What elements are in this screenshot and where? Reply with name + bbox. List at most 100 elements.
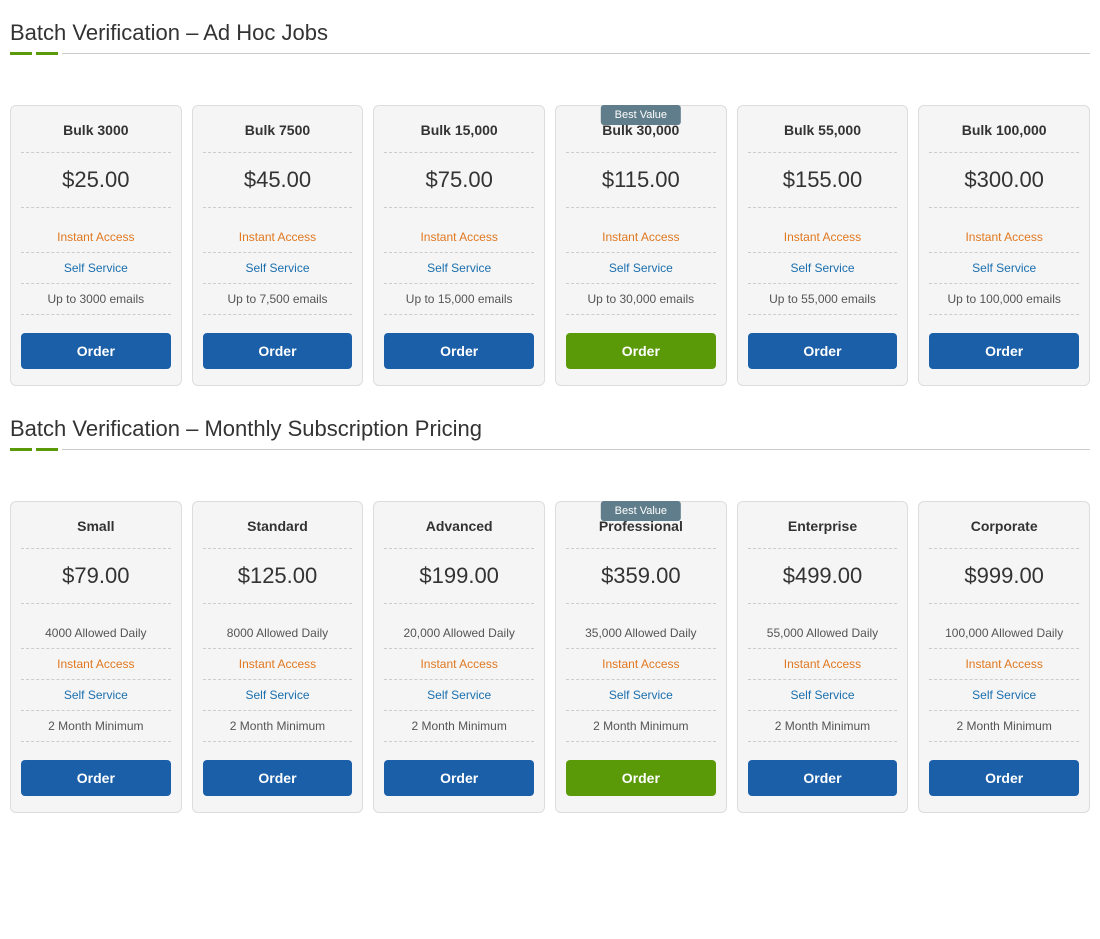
card-instant-access-monthly-0: Instant Access — [21, 649, 171, 680]
card-price-adhoc-2: $75.00 — [384, 167, 534, 208]
order-button-monthly-2[interactable]: Order — [384, 760, 534, 796]
order-button-monthly-3[interactable]: Order — [566, 760, 716, 796]
monthly-card-4: Enterprise $499.00 55,000 Allowed Daily … — [737, 501, 909, 813]
card-price-adhoc-3: $115.00 — [566, 167, 716, 208]
card-minimum-monthly-3: 2 Month Minimum — [566, 711, 716, 742]
order-button-adhoc-3[interactable]: Order — [566, 333, 716, 369]
order-button-adhoc-4[interactable]: Order — [748, 333, 898, 369]
divider-line-2 — [62, 449, 1090, 450]
adhoc-card-wrapper-2: Bulk 15,000 $75.00 Instant Access Self S… — [373, 105, 545, 386]
divider-green-2 — [36, 52, 58, 55]
order-button-adhoc-1[interactable]: Order — [203, 333, 353, 369]
monthly-card-3: Professional $359.00 35,000 Allowed Dail… — [555, 501, 727, 813]
adhoc-card-wrapper-0: Bulk 3000 $25.00 Instant Access Self Ser… — [10, 105, 182, 386]
order-button-monthly-0[interactable]: Order — [21, 760, 171, 796]
adhoc-card-wrapper-3: Best Value Bulk 30,000 $115.00 Instant A… — [555, 105, 727, 386]
card-title-monthly-4: Enterprise — [748, 518, 898, 549]
card-minimum-monthly-4: 2 Month Minimum — [748, 711, 898, 742]
adhoc-divider — [10, 52, 1090, 55]
card-minimum-monthly-5: 2 Month Minimum — [929, 711, 1079, 742]
card-instant-access-adhoc-2: Instant Access — [384, 222, 534, 253]
card-emails-adhoc-0: Up to 3000 emails — [21, 284, 171, 315]
card-price-adhoc-5: $300.00 — [929, 167, 1079, 208]
card-title-adhoc-0: Bulk 3000 — [21, 122, 171, 153]
monthly-card-0: Small $79.00 4000 Allowed Daily Instant … — [10, 501, 182, 813]
card-self-service-adhoc-5: Self Service — [929, 253, 1079, 284]
card-instant-access-monthly-2: Instant Access — [384, 649, 534, 680]
card-title-monthly-1: Standard — [203, 518, 353, 549]
card-allowed-daily-monthly-3: 35,000 Allowed Daily — [566, 618, 716, 649]
card-emails-adhoc-2: Up to 15,000 emails — [384, 284, 534, 315]
divider-green-1 — [10, 52, 32, 55]
card-allowed-daily-monthly-5: 100,000 Allowed Daily — [929, 618, 1079, 649]
monthly-card-wrapper-1: Standard $125.00 8000 Allowed Daily Inst… — [192, 501, 364, 813]
card-minimum-monthly-1: 2 Month Minimum — [203, 711, 353, 742]
card-title-monthly-5: Corporate — [929, 518, 1079, 549]
card-self-service-adhoc-4: Self Service — [748, 253, 898, 284]
card-minimum-monthly-2: 2 Month Minimum — [384, 711, 534, 742]
monthly-divider — [10, 448, 1090, 451]
card-instant-access-monthly-4: Instant Access — [748, 649, 898, 680]
card-allowed-daily-monthly-1: 8000 Allowed Daily — [203, 618, 353, 649]
divider-line — [62, 53, 1090, 54]
card-price-monthly-4: $499.00 — [748, 563, 898, 604]
card-self-service-adhoc-2: Self Service — [384, 253, 534, 284]
adhoc-title: Batch Verification – Ad Hoc Jobs — [10, 20, 1090, 46]
monthly-card-wrapper-3: Best Value Professional $359.00 35,000 A… — [555, 501, 727, 813]
adhoc-card-wrapper-5: Bulk 100,000 $300.00 Instant Access Self… — [918, 105, 1090, 386]
adhoc-cards-wrapper: Bulk 3000 $25.00 Instant Access Self Ser… — [10, 75, 1090, 386]
card-minimum-monthly-0: 2 Month Minimum — [21, 711, 171, 742]
order-button-monthly-4[interactable]: Order — [748, 760, 898, 796]
monthly-card-5: Corporate $999.00 100,000 Allowed Daily … — [918, 501, 1090, 813]
adhoc-cards-grid: Bulk 3000 $25.00 Instant Access Self Ser… — [10, 75, 1090, 386]
card-emails-adhoc-3: Up to 30,000 emails — [566, 284, 716, 315]
order-button-monthly-1[interactable]: Order — [203, 760, 353, 796]
card-title-adhoc-4: Bulk 55,000 — [748, 122, 898, 153]
adhoc-card-wrapper-1: Bulk 7500 $45.00 Instant Access Self Ser… — [192, 105, 364, 386]
monthly-card-wrapper-2: Advanced $199.00 20,000 Allowed Daily In… — [373, 501, 545, 813]
card-instant-access-monthly-1: Instant Access — [203, 649, 353, 680]
order-button-monthly-5[interactable]: Order — [929, 760, 1079, 796]
divider-green-4 — [36, 448, 58, 451]
card-title-monthly-3: Professional — [566, 518, 716, 549]
card-allowed-daily-monthly-0: 4000 Allowed Daily — [21, 618, 171, 649]
card-price-adhoc-0: $25.00 — [21, 167, 171, 208]
adhoc-card-4: Bulk 55,000 $155.00 Instant Access Self … — [737, 105, 909, 386]
card-price-monthly-5: $999.00 — [929, 563, 1079, 604]
card-title-monthly-0: Small — [21, 518, 171, 549]
order-button-adhoc-2[interactable]: Order — [384, 333, 534, 369]
card-price-adhoc-4: $155.00 — [748, 167, 898, 208]
adhoc-section: Batch Verification – Ad Hoc Jobs Bulk 30… — [10, 20, 1090, 386]
card-title-adhoc-2: Bulk 15,000 — [384, 122, 534, 153]
card-instant-access-monthly-3: Instant Access — [566, 649, 716, 680]
card-allowed-daily-monthly-2: 20,000 Allowed Daily — [384, 618, 534, 649]
card-self-service-adhoc-0: Self Service — [21, 253, 171, 284]
monthly-card-wrapper-4: Enterprise $499.00 55,000 Allowed Daily … — [737, 501, 909, 813]
card-instant-access-monthly-5: Instant Access — [929, 649, 1079, 680]
monthly-cards-wrapper: Small $79.00 4000 Allowed Daily Instant … — [10, 471, 1090, 813]
best-value-badge-monthly: Best Value — [601, 501, 681, 521]
card-emails-adhoc-5: Up to 100,000 emails — [929, 284, 1079, 315]
card-instant-access-adhoc-3: Instant Access — [566, 222, 716, 253]
card-instant-access-adhoc-5: Instant Access — [929, 222, 1079, 253]
card-instant-access-adhoc-4: Instant Access — [748, 222, 898, 253]
adhoc-card-1: Bulk 7500 $45.00 Instant Access Self Ser… — [192, 105, 364, 386]
adhoc-card-wrapper-4: Bulk 55,000 $155.00 Instant Access Self … — [737, 105, 909, 386]
card-price-monthly-0: $79.00 — [21, 563, 171, 604]
card-allowed-daily-monthly-4: 55,000 Allowed Daily — [748, 618, 898, 649]
card-title-adhoc-1: Bulk 7500 — [203, 122, 353, 153]
best-value-badge-adhoc: Best Value — [601, 105, 681, 125]
card-self-service-adhoc-3: Self Service — [566, 253, 716, 284]
card-self-service-monthly-4: Self Service — [748, 680, 898, 711]
card-price-monthly-2: $199.00 — [384, 563, 534, 604]
card-instant-access-adhoc-0: Instant Access — [21, 222, 171, 253]
adhoc-card-0: Bulk 3000 $25.00 Instant Access Self Ser… — [10, 105, 182, 386]
order-button-adhoc-5[interactable]: Order — [929, 333, 1079, 369]
card-emails-adhoc-1: Up to 7,500 emails — [203, 284, 353, 315]
monthly-card-2: Advanced $199.00 20,000 Allowed Daily In… — [373, 501, 545, 813]
card-self-service-monthly-1: Self Service — [203, 680, 353, 711]
card-self-service-monthly-3: Self Service — [566, 680, 716, 711]
order-button-adhoc-0[interactable]: Order — [21, 333, 171, 369]
card-title-monthly-2: Advanced — [384, 518, 534, 549]
monthly-cards-grid: Small $79.00 4000 Allowed Daily Instant … — [10, 471, 1090, 813]
